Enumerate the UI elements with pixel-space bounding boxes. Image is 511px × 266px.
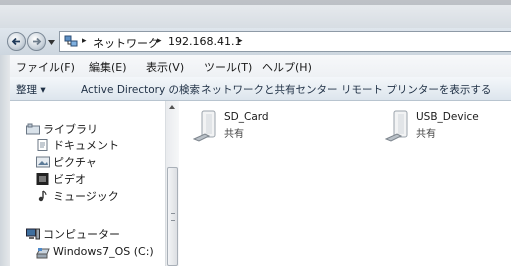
documents-icon	[37, 139, 48, 151]
forward-arrow-icon	[33, 37, 42, 46]
back-arrow-icon	[11, 37, 20, 46]
forward-button[interactable]	[27, 32, 46, 51]
shared-folder-icon[interactable]	[385, 109, 411, 143]
sidebar-item-pictures[interactable]: ピクチャ	[53, 154, 97, 170]
menu-bar: ファイル(F) 編集(E) 表示(V) ツール(T) ヘルプ(H)	[0, 55, 511, 78]
address-bar[interactable]: ▸ ネットワーク ▸ 192.168.41.1 ▸	[59, 31, 511, 52]
scroll-up-arrow-icon[interactable]	[169, 105, 175, 109]
scrollbar-thumb[interactable]	[167, 167, 178, 266]
libraries-icon	[26, 123, 40, 135]
share-name[interactable]: USB_Device	[416, 111, 479, 123]
navigation-pane: ライブラリ ドキュメント ピクチャ ビデオ ミュージック コンピューター Win…	[10, 101, 165, 266]
menu-file[interactable]: ファイル(F)	[16, 59, 75, 75]
network-icon	[64, 35, 78, 47]
breadcrumb-network[interactable]: ネットワーク	[93, 35, 159, 51]
back-button[interactable]	[7, 32, 26, 51]
window-left-border	[0, 55, 10, 266]
breadcrumb-host[interactable]: 192.168.41.1	[168, 35, 241, 48]
computer-icon	[26, 228, 40, 240]
share-name[interactable]: SD_Card	[224, 111, 269, 123]
scrollbar-grip	[171, 213, 175, 221]
breadcrumb-separator[interactable]: ▸	[157, 36, 162, 46]
sidebar-item-computer[interactable]: コンピューター	[43, 226, 120, 242]
share-type: 共有	[224, 129, 244, 140]
videos-icon	[36, 173, 49, 185]
music-icon	[38, 190, 47, 202]
menu-tools[interactable]: ツール(T)	[204, 59, 252, 75]
shared-folder-icon[interactable]	[193, 109, 219, 143]
window-top-shadow	[0, 0, 511, 5]
sidebar-item-libraries[interactable]: ライブラリ	[43, 121, 98, 137]
view-remote-printers-button[interactable]: リモート プリンターを表示する	[341, 82, 491, 97]
menu-edit[interactable]: 編集(E)	[89, 59, 127, 75]
breadcrumb-separator[interactable]: ▸	[82, 36, 87, 46]
pictures-icon	[36, 156, 50, 168]
sidebar-item-music[interactable]: ミュージック	[53, 188, 119, 204]
network-sharing-center-button[interactable]: ネットワークと共有センター	[201, 82, 338, 97]
sidebar-item-videos[interactable]: ビデオ	[53, 171, 86, 187]
sidebar-item-documents[interactable]: ドキュメント	[53, 137, 119, 153]
drive-icon	[36, 248, 50, 259]
share-type: 共有	[416, 129, 436, 140]
explorer-window: ▸ ネットワーク ▸ 192.168.41.1 ▸ ファイル(F) 編集(E) …	[0, 0, 511, 266]
content-pane: SD_Card 共有 USB_Device 共有	[179, 101, 511, 266]
menu-view[interactable]: 表示(V)	[146, 59, 184, 75]
organize-button[interactable]: 整理 ▾	[16, 82, 46, 97]
navigation-scrollbar[interactable]	[165, 101, 179, 266]
breadcrumb-separator[interactable]: ▸	[238, 36, 243, 46]
menu-help[interactable]: ヘルプ(H)	[262, 59, 312, 75]
command-bar: 整理 ▾ Active Directory の検索 ネットワークと共有センター …	[0, 77, 511, 101]
recent-pages-chevron-down-icon[interactable]	[48, 40, 55, 45]
active-directory-search-button[interactable]: Active Directory の検索	[81, 82, 200, 97]
sidebar-item-drive-c[interactable]: Windows7_OS (C:)	[53, 245, 154, 258]
